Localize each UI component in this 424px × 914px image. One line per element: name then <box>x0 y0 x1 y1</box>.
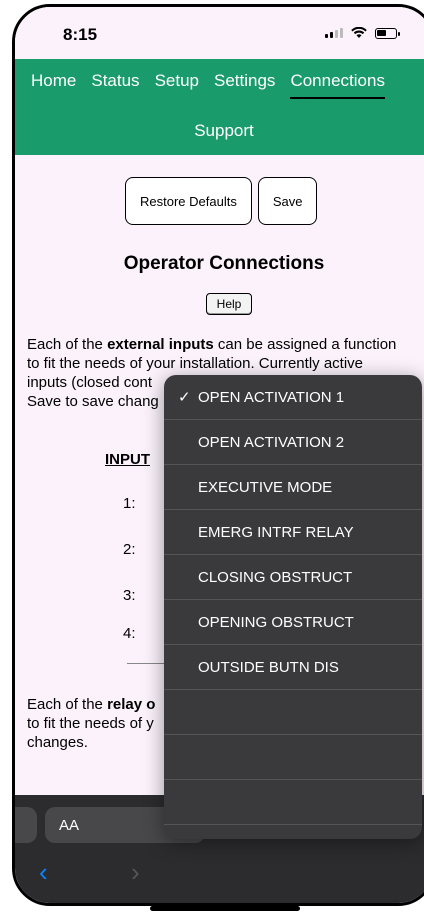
status-bar: 8:15 <box>15 7 424 59</box>
input-column-header: INPUT <box>105 451 150 468</box>
para2-text: Each of the <box>27 696 108 713</box>
wifi-icon <box>351 27 367 38</box>
page-title: Operator Connections <box>123 253 325 274</box>
option-label: CLOSING OBSTRUCT <box>198 568 353 586</box>
dropdown-option[interactable]: EXECUTIVE MODE <box>164 465 422 510</box>
dropdown-empty-row <box>164 735 422 780</box>
para2-bold: relay o <box>107 696 156 713</box>
para1-text: can be assigned a function <box>213 336 397 353</box>
battery-icon <box>375 27 400 39</box>
status-icons <box>325 27 400 39</box>
option-label: OPEN ACTIVATION 2 <box>198 433 345 451</box>
option-label: OPEN ACTIVATION 1 <box>198 388 345 406</box>
dropdown-option[interactable]: EMERG INTRF RELAY <box>164 510 422 555</box>
dropdown-empty-row <box>164 780 422 825</box>
forward-icon[interactable]: › <box>131 857 140 888</box>
home-indicator[interactable] <box>150 906 300 911</box>
tab-settings[interactable]: Settings <box>214 71 275 99</box>
input-row-label: 4: <box>123 625 136 642</box>
cell-signal-icon <box>325 28 343 38</box>
dropdown-option[interactable]: CLOSING OBSTRUCT <box>164 555 422 600</box>
dropdown-empty-row <box>164 690 422 735</box>
tab-status[interactable]: Status <box>91 71 139 99</box>
tab-home[interactable]: Home <box>31 71 76 99</box>
input-function-dropdown[interactable]: ✓ OPEN ACTIVATION 1 OPEN ACTIVATION 2 EXE… <box>164 375 422 839</box>
input-row-label: 1: <box>123 495 136 512</box>
dropdown-option[interactable]: OPENING OBSTRUCT <box>164 600 422 645</box>
tab-support[interactable]: Support <box>194 121 254 147</box>
para1-bold: external inputs <box>107 336 214 353</box>
dropdown-option[interactable]: OUTSIDE BUTN DIS <box>164 645 422 690</box>
para1-line: to fit the needs of your installation. C… <box>27 355 364 372</box>
checkmark-icon: ✓ <box>178 389 191 406</box>
tab-setup[interactable]: Setup <box>155 71 199 99</box>
input-row-label: 2: <box>123 541 136 558</box>
dropdown-option[interactable]: ✓ OPEN ACTIVATION 1 <box>164 375 422 420</box>
restore-defaults-button[interactable]: Restore Defaults <box>125 177 252 225</box>
option-label: OPENING OBSTRUCT <box>198 613 354 631</box>
divider <box>127 663 167 664</box>
status-time: 8:15 <box>63 25 98 44</box>
dropdown-option[interactable]: OPEN ACTIVATION 2 <box>164 420 422 465</box>
top-nav: Home Status Setup Settings Connections S… <box>15 59 424 155</box>
option-label: EMERG INTRF RELAY <box>198 523 354 541</box>
help-button[interactable]: Help <box>206 293 252 315</box>
back-icon[interactable]: ‹ <box>39 857 48 888</box>
save-button[interactable]: Save <box>257 177 318 225</box>
para1-text: Each of the <box>27 336 108 353</box>
tab-connections[interactable]: Connections <box>290 71 385 99</box>
input-row-label: 3: <box>123 587 136 604</box>
option-label: EXECUTIVE MODE <box>198 478 333 496</box>
phone-frame: 8:15 Home Status Setup Settings Connecti… <box>12 4 424 906</box>
tab-strip-edge[interactable] <box>15 807 37 843</box>
option-label: OUTSIDE BUTN DIS <box>198 658 339 676</box>
